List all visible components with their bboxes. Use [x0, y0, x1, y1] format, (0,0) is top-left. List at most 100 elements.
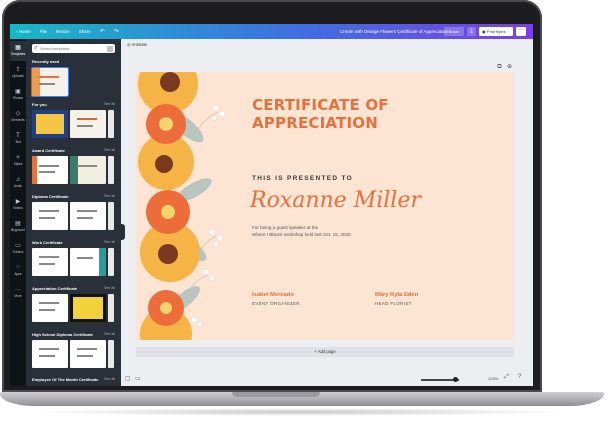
- section-title: For you: [32, 102, 47, 107]
- thumb-overflow[interactable]: [108, 340, 114, 368]
- template-thumbnail[interactable]: [70, 156, 106, 184]
- see-all-link[interactable]: See all: [104, 102, 115, 106]
- rail-item-more[interactable]: ··· More: [10, 283, 26, 303]
- thumb-overflow[interactable]: [108, 202, 114, 230]
- rail-item-folders[interactable]: ▭ Folders: [10, 239, 26, 259]
- signer-role[interactable]: EVENT ORGANIZER: [252, 301, 300, 306]
- rail-item-elements[interactable]: ◇ Elements: [10, 107, 26, 127]
- elements-icon: ◇: [15, 111, 21, 117]
- rail-item-uploads[interactable]: ⇪ Uploads: [10, 63, 26, 83]
- rail-item-photos[interactable]: ▣ Photos: [10, 85, 26, 105]
- rail-item-styles[interactable]: ✧ Styles: [10, 151, 26, 171]
- rail-label: Photos: [13, 96, 23, 100]
- download-icon[interactable]: ⤓: [467, 27, 476, 36]
- undo-icon[interactable]: ↶: [100, 28, 105, 35]
- screen: ‹ Home File Resize Share ↶ ↷ Cream with …: [10, 24, 533, 386]
- thumb-overflow[interactable]: [108, 110, 114, 138]
- panel-collapse-handle[interactable]: [119, 224, 125, 240]
- see-all-link[interactable]: See all: [104, 377, 115, 381]
- animate-button[interactable]: ◎ Animate: [127, 42, 147, 47]
- template-thumbnail[interactable]: [32, 202, 68, 230]
- title-line: CERTIFICATE OF: [252, 96, 389, 114]
- signer-name[interactable]: Isabel Mercado: [252, 292, 294, 298]
- videos-icon: ▶: [15, 199, 21, 205]
- animate-label: Animate: [131, 42, 147, 47]
- add-page-button[interactable]: + Add page: [136, 347, 514, 357]
- template-thumbnail[interactable]: [32, 294, 68, 322]
- section-title: Award Certificate: [32, 148, 65, 153]
- nav-share[interactable]: Share: [79, 29, 91, 34]
- thumb-line: [39, 76, 59, 78]
- nav-file[interactable]: File: [40, 29, 47, 34]
- search-icon: ⌕: [34, 45, 38, 51]
- rail-item-background[interactable]: ▤ Bkground: [10, 217, 26, 237]
- thumb-line: [39, 83, 56, 85]
- nav-home[interactable]: ‹ Home: [16, 29, 31, 34]
- thumb-line: [39, 302, 59, 304]
- fullscreen-icon[interactable]: ⤢: [504, 374, 509, 381]
- rail-item-templates[interactable]: ▦ Templates: [10, 41, 26, 61]
- zoom-slider-handle[interactable]: [453, 376, 458, 382]
- thumb-leaves: [70, 156, 78, 184]
- grid-view-icon[interactable]: ▭: [135, 375, 141, 382]
- floral-border: [138, 72, 226, 340]
- template-thumbnail[interactable]: [32, 156, 68, 184]
- signer-name[interactable]: Mary Kyla Eden: [375, 292, 418, 298]
- top-nav: ‹ Home File Resize Share ↶ ↷: [10, 28, 119, 35]
- rail-item-audio[interactable]: ♫ Audio: [10, 173, 26, 193]
- laptop-lid: ‹ Home File Resize Share ↶ ↷ Cream with …: [2, 0, 542, 392]
- see-all-link[interactable]: See all: [104, 148, 115, 152]
- thumb-overflow[interactable]: [108, 248, 114, 276]
- title-line: APPRECIATION: [252, 114, 378, 132]
- see-all-link[interactable]: See all: [104, 332, 115, 336]
- rail-item-text[interactable]: T Text: [10, 129, 26, 149]
- thumb-line: [39, 263, 56, 265]
- template-thumbnail[interactable]: [32, 248, 68, 276]
- signer-role[interactable]: HEAD FLORIST: [375, 301, 412, 306]
- thumb-band: [32, 156, 37, 184]
- help-icon[interactable]: ?: [518, 374, 521, 380]
- thumb-overflow[interactable]: [108, 294, 114, 322]
- templates-panel: ⌕ Recently used For you See all: [26, 39, 121, 386]
- rail-item-videos[interactable]: ▶ Videos: [10, 195, 26, 215]
- zoom-level[interactable]: 124%: [488, 376, 498, 381]
- document-title[interactable]: Cream with Orange Flowers Certificate of…: [340, 29, 449, 34]
- recipient-name[interactable]: Roxanne Miller: [250, 188, 421, 213]
- more-icon[interactable]: ···: [516, 27, 526, 36]
- thumb-overflow[interactable]: [108, 156, 114, 184]
- certificate-canvas[interactable]: CERTIFICATE OF APPRECIATION THIS IS PRES…: [136, 72, 514, 340]
- template-thumbnail[interactable]: [31, 67, 69, 97]
- nav-resize[interactable]: Resize: [56, 29, 70, 34]
- template-search[interactable]: ⌕: [32, 44, 115, 53]
- template-thumbnail[interactable]: [70, 294, 106, 322]
- add-page-icon[interactable]: ⊕: [506, 64, 513, 71]
- templates-icon: ▦: [15, 45, 21, 51]
- rail-item-apps[interactable]: ⁘ Apps: [10, 261, 26, 281]
- redo-icon[interactable]: ↷: [114, 28, 119, 35]
- search-input[interactable]: [40, 45, 100, 52]
- see-all-link[interactable]: See all: [104, 194, 115, 198]
- styles-icon: ✧: [15, 155, 21, 161]
- print-flyers-button[interactable]: ▣ Print flyers: [479, 27, 513, 36]
- reason-text[interactable]: For being a guest speaker at the Where I…: [252, 224, 352, 238]
- see-all-link[interactable]: See all: [104, 240, 115, 244]
- reason-line: For being a guest speaker at the: [252, 225, 319, 230]
- template-thumbnail[interactable]: [32, 340, 68, 368]
- top-bar: ‹ Home File Resize Share ↶ ↷ Cream with …: [10, 24, 533, 39]
- thumb-frame: [73, 297, 103, 319]
- template-thumbnail[interactable]: [70, 110, 106, 138]
- duplicate-page-icon[interactable]: ⧉: [496, 64, 503, 71]
- rail-label: Audio: [13, 184, 23, 188]
- notes-icon[interactable]: ▢: [125, 375, 131, 382]
- template-thumbnail[interactable]: [70, 202, 106, 230]
- text-icon: T: [16, 133, 20, 139]
- template-thumbnail[interactable]: [32, 110, 68, 138]
- presented-to-label[interactable]: THIS IS PRESENTED TO: [252, 175, 353, 182]
- share-button[interactable]: Share: [444, 27, 464, 36]
- filter-icon[interactable]: [107, 45, 113, 52]
- certificate-title[interactable]: CERTIFICATE OF APPRECIATION: [252, 96, 452, 132]
- template-thumbnail[interactable]: [70, 248, 106, 276]
- see-all-link[interactable]: See all: [104, 286, 115, 290]
- rail-label: More: [14, 294, 22, 298]
- template-thumbnail[interactable]: [70, 340, 106, 368]
